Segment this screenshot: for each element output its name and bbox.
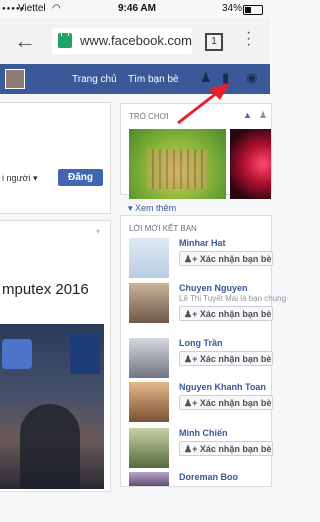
clock: 9:46 AM: [118, 3, 156, 14]
friend-name[interactable]: Minhar Hat: [179, 238, 226, 248]
feed-post: ▾ mputex 2016: [0, 220, 111, 492]
games-card: TRÒ CHƠI ▲ ♟: [120, 103, 272, 199]
composer-card: i người ▾ Đăng: [0, 102, 111, 214]
confirm-label: Xác nhận bạn bè: [199, 444, 272, 454]
chevron-down-icon: ▾: [32, 173, 38, 183]
facebook-nav-bar: Trang chủ Tìm bạn bè ♟ ▮ ◉: [0, 64, 270, 94]
avatar[interactable]: [129, 238, 169, 278]
status-bar: ●●●●● Viettel ◠ 9:46 AM 34%: [0, 0, 270, 18]
game-thumbnail[interactable]: [129, 129, 226, 199]
confirm-label: Xác nhận bạn bè: [199, 309, 272, 319]
post-photo[interactable]: [0, 324, 104, 489]
like-icon[interactable]: ▲: [243, 110, 252, 120]
list-item: Minhar Hat ♟+ Xác nhận bạn bè: [129, 238, 274, 288]
avatar[interactable]: [5, 69, 25, 89]
friend-name[interactable]: Nguyen Khanh Toan: [179, 382, 266, 392]
see-more-label: Xem thêm: [135, 203, 177, 213]
see-more-link[interactable]: ▾ Xem thêm: [128, 203, 176, 214]
browser-toolbar: ← www.facebook.com 1 · · ·: [0, 18, 270, 65]
add-friend-icon: ♟+: [184, 254, 198, 264]
friend-name[interactable]: Chuyen Nguyen: [179, 283, 248, 293]
post-title[interactable]: mputex 2016: [2, 281, 89, 298]
avatar[interactable]: [129, 338, 169, 378]
lock-icon: [58, 29, 72, 48]
photo-banner: [70, 334, 100, 374]
add-friend-icon: ♟+: [184, 309, 198, 319]
messages-icon[interactable]: ▮: [222, 71, 236, 84]
battery-percent: 34%: [222, 3, 243, 14]
confirm-friend-button[interactable]: ♟+ Xác nhận bạn bè: [179, 306, 273, 321]
avatar[interactable]: [129, 382, 169, 422]
list-item: Long Trần ♟+ Xác nhận bạn bè: [129, 338, 274, 388]
confirm-label: Xác nhận bạn bè: [199, 254, 272, 264]
carrier-name: Viettel: [18, 3, 46, 14]
url-text: www.facebook.com: [80, 33, 192, 48]
confirm-label: Xác nhận bạn bè: [199, 354, 272, 364]
nav-find-friends[interactable]: Tìm bạn bè: [128, 74, 179, 85]
post-button[interactable]: Đăng: [58, 169, 103, 186]
back-arrow-icon[interactable]: ←: [14, 28, 36, 54]
privacy-label: i người: [2, 173, 31, 183]
confirm-friend-button[interactable]: ♟+ Xác nhận bạn bè: [179, 351, 273, 366]
game-thumbnail-2[interactable]: [230, 129, 271, 199]
nav-home[interactable]: Trang chủ: [72, 74, 117, 85]
friend-requests-icon[interactable]: ♟: [200, 71, 214, 84]
friend-requests-header: LỜI MỜI KẾT BẠN: [129, 224, 197, 233]
mutual-friends-text: Lê Thị Tuyết Mai là bạn chung: [179, 294, 287, 303]
add-friend-icon: ♟+: [184, 444, 198, 454]
menu-dots-icon[interactable]: · · ·: [246, 25, 251, 53]
confirm-label: Xác nhận bạn bè: [199, 398, 272, 408]
add-friend-icon: ♟+: [184, 354, 198, 364]
post-options-chevron-icon[interactable]: ▾: [96, 227, 100, 236]
confirm-friend-button[interactable]: ♟+ Xác nhận bạn bè: [179, 395, 273, 410]
right-sidebar: TRÒ CHƠI ▲ ♟ ▾ Xem thêm LỜI MỜI KẾT BẠN …: [120, 103, 286, 487]
friend-name[interactable]: Minh Chiến: [179, 428, 228, 438]
battery-icon: [243, 5, 263, 15]
list-item: Doreman Boo: [129, 472, 274, 522]
people-icon[interactable]: ♟: [259, 110, 267, 121]
friend-requests-card: LỜI MỜI KẾT BẠN Minhar Hat ♟+ Xác nhận b…: [120, 215, 286, 487]
avatar[interactable]: [129, 283, 169, 323]
avatar[interactable]: [129, 472, 169, 486]
privacy-selector[interactable]: i người ▾: [2, 173, 37, 184]
friend-name[interactable]: Long Trần: [179, 338, 223, 348]
friend-name[interactable]: Doreman Boo: [179, 472, 238, 482]
news-feed-column: i người ▾ Đăng ▾ mputex 2016: [0, 94, 113, 492]
wifi-icon: ◠: [52, 3, 61, 14]
photo-crowd: [20, 404, 80, 489]
notifications-icon[interactable]: ◉: [246, 71, 260, 84]
games-header: TRÒ CHƠI: [129, 112, 169, 121]
confirm-friend-button[interactable]: ♟+ Xác nhận bạn bè: [179, 251, 273, 266]
avatar[interactable]: [129, 428, 169, 468]
tab-count-button[interactable]: 1: [205, 33, 223, 51]
chevron-down-icon: ▾: [128, 203, 133, 213]
list-item: Minh Chiến ♟+ Xác nhận bạn bè: [129, 428, 274, 478]
list-item: Chuyen Nguyen Lê Thị Tuyết Mai là bạn ch…: [129, 283, 286, 333]
photo-sign: [2, 339, 32, 369]
confirm-friend-button[interactable]: ♟+ Xác nhận bạn bè: [179, 441, 273, 456]
add-friend-icon: ♟+: [184, 398, 198, 408]
list-item: Nguyen Khanh Toan ♟+ Xác nhận bạn bè: [129, 382, 274, 432]
address-bar[interactable]: www.facebook.com: [52, 28, 192, 54]
